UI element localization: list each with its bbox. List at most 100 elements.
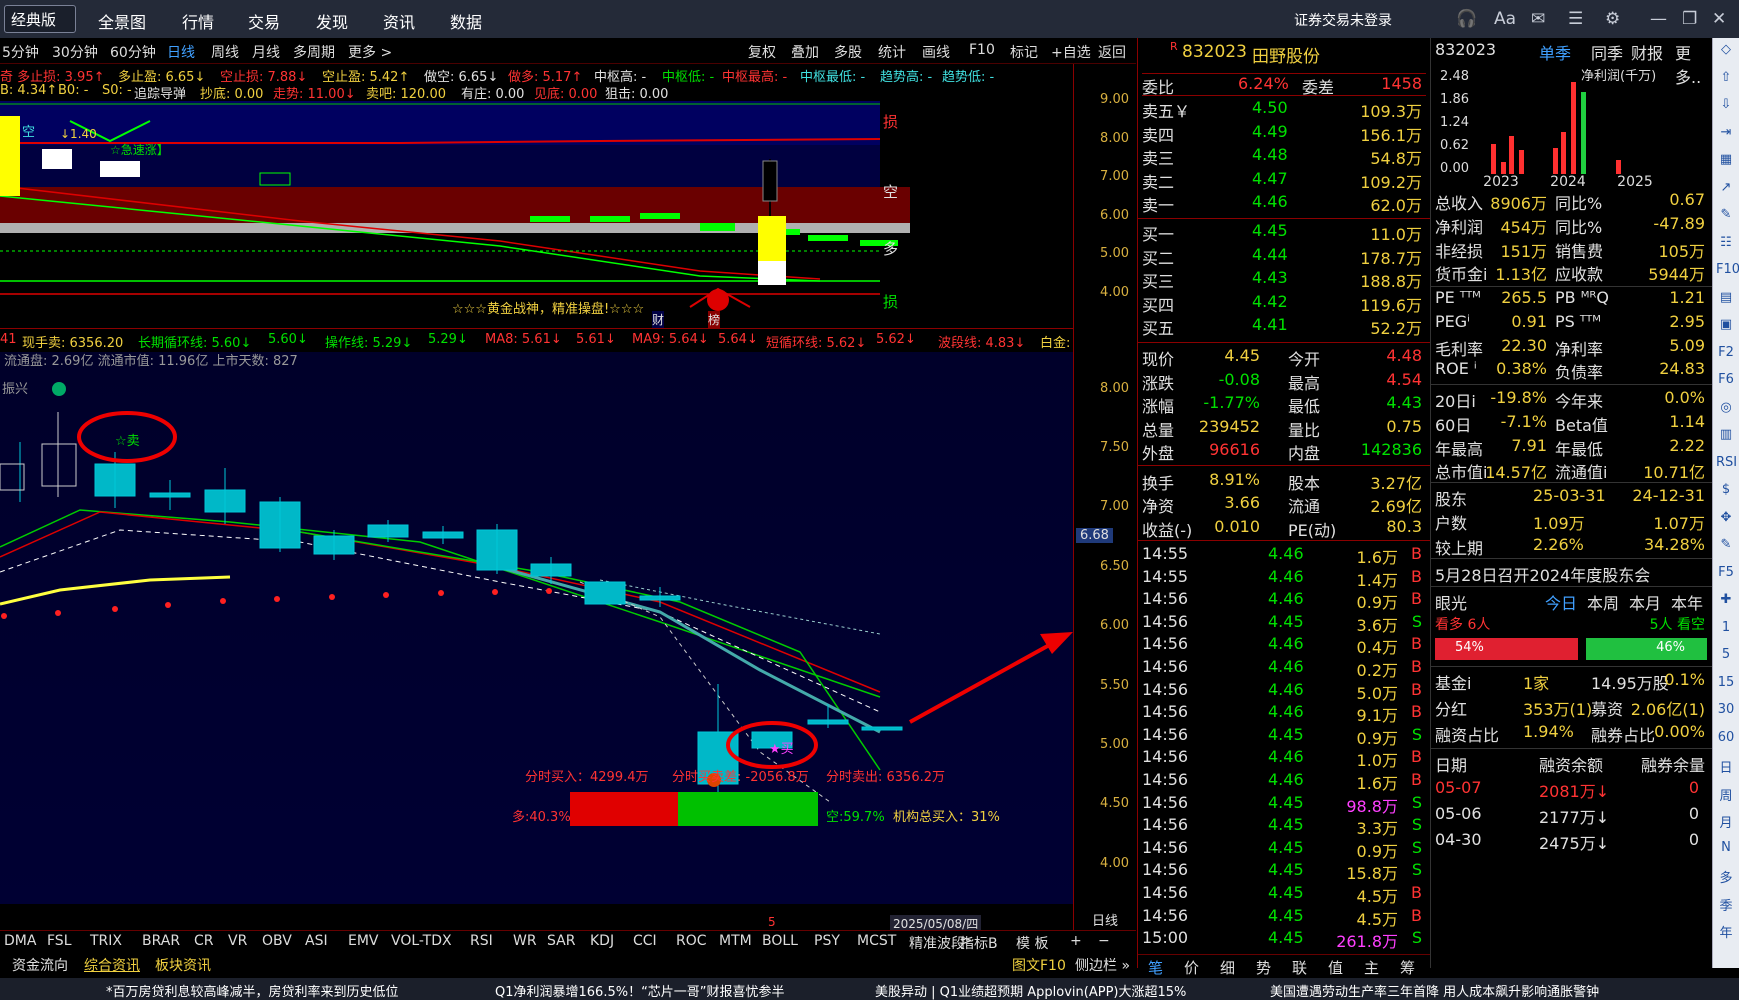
btn-add-watch[interactable]: +自选 [1051, 42, 1091, 62]
indicator-tab[interactable]: BOLL [762, 933, 798, 949]
indicator-tab[interactable]: CR [194, 933, 214, 949]
list-icon[interactable]: ☰ [1568, 9, 1583, 29]
quote-tab[interactable]: 主 [1364, 957, 1379, 978]
menu-discover[interactable]: 发现 [316, 9, 348, 33]
side-tool[interactable]: ▤ [1716, 290, 1736, 305]
side-tool[interactable]: 季 [1716, 895, 1736, 914]
quote-tab[interactable]: 联 [1292, 957, 1307, 978]
indicator-tab[interactable]: EMV [348, 933, 379, 949]
btn-back[interactable]: 返回 [1098, 42, 1126, 62]
headset-icon[interactable]: 🎧 [1456, 9, 1477, 29]
yanguang-tab[interactable]: 今日 [1545, 590, 1577, 614]
news-ticker[interactable]: *百万房贷利息较高峰减半，房贷利率来到历史低位 Q1净利润暴增166.5%！“芯… [0, 978, 1739, 1000]
indicator-tab[interactable]: WR [513, 933, 537, 949]
side-tool[interactable]: $ [1716, 482, 1736, 497]
side-tool[interactable]: RSI [1716, 455, 1737, 470]
quote-tab[interactable]: 值 [1328, 957, 1343, 978]
menu-market[interactable]: 行情 [182, 9, 214, 33]
gear-icon[interactable]: ⚙ [1605, 9, 1620, 29]
period-daily[interactable]: 日线 [167, 42, 195, 62]
side-tool[interactable]: 多 [1716, 867, 1736, 886]
indicator-tab[interactable]: VR [228, 933, 247, 949]
side-tool[interactable]: 1 [1716, 620, 1736, 635]
ask-row[interactable]: 卖四 4.49 156.1万 [1142, 122, 1426, 145]
yanguang-tab[interactable]: 本年 [1671, 590, 1703, 614]
indicator-tab[interactable]: + [1070, 933, 1082, 949]
ticker-item[interactable]: 美国遭遇劳动生产率三年首降 用人成本飙升影响通胀警钟 [1270, 981, 1599, 1000]
side-tool[interactable]: 周 [1716, 785, 1736, 804]
quote-tab[interactable]: 价 [1184, 957, 1199, 978]
ask-row[interactable]: 卖二 4.47 109.2万 [1142, 169, 1426, 192]
notice-row[interactable]: 5月28日召开2024年度股东会 [1435, 562, 1709, 586]
ask-row[interactable]: 卖五￥ 4.50 109.3万 [1142, 98, 1426, 121]
tab-caibao[interactable]: 财报 [1631, 40, 1663, 64]
menu-data[interactable]: 数据 [450, 9, 482, 33]
yanguang-tab[interactable]: 本周 [1587, 590, 1619, 614]
tab-zonghe[interactable]: 综合资讯 [84, 955, 140, 975]
indicator-tab[interactable]: VOL-TDX [391, 933, 452, 949]
side-tool[interactable]: 年 [1716, 922, 1736, 941]
period-more[interactable]: 更多 > [348, 42, 392, 62]
side-tool[interactable]: F10 [1716, 262, 1739, 277]
minimize-icon[interactable]: — [1650, 9, 1667, 29]
side-tool[interactable]: ▥ [1716, 427, 1736, 442]
mail-icon[interactable]: ✉ [1531, 9, 1545, 29]
indicator-tab[interactable]: BRAR [142, 933, 180, 949]
sidebar-toggle[interactable]: 侧边栏 » [1075, 955, 1130, 975]
login-status[interactable]: 证券交易未登录 [1294, 10, 1392, 30]
period-30min[interactable]: 30分钟 [52, 42, 98, 62]
period-60min[interactable]: 60分钟 [110, 42, 156, 62]
quote-tab[interactable]: 细 [1220, 957, 1235, 978]
side-tool[interactable]: 5 [1716, 647, 1736, 662]
side-tool[interactable]: 60 [1716, 730, 1736, 745]
period-weekly[interactable]: 周线 [211, 42, 239, 62]
side-tool[interactable]: ⇧ [1716, 70, 1736, 85]
indicator-tab[interactable]: PSY [814, 933, 840, 949]
close-icon[interactable]: ✕ [1712, 9, 1726, 29]
bid-row[interactable]: 买四 4.42 119.6万 [1142, 292, 1426, 315]
bid-row[interactable]: 买三 4.43 188.8万 [1142, 268, 1426, 291]
side-tool[interactable]: ☷ [1716, 235, 1736, 250]
side-tool[interactable]: F2 [1716, 345, 1736, 360]
ticker-item[interactable]: Q1净利润暴增166.5%！“芯片一哥”财报喜忧参半 [495, 981, 785, 1000]
yanguang-tab[interactable]: 本月 [1629, 590, 1661, 614]
side-tool[interactable]: ↗ [1716, 180, 1736, 195]
ask-row[interactable]: 卖三 4.48 54.8万 [1142, 145, 1426, 168]
btn-f10[interactable]: F10 [969, 42, 995, 58]
menu-news[interactable]: 资讯 [383, 9, 415, 33]
tab-tuwen-f10[interactable]: 图文F10 [1012, 955, 1066, 975]
side-tool[interactable]: ✚ [1716, 592, 1736, 607]
bid-row[interactable]: 买一 4.45 11.0万 [1142, 221, 1426, 244]
upper-indicator-chart[interactable]: 损 空 多 损 ☆☆☆黄金战神，精准操盘!☆☆☆ 财 榜 空 ↓1.40 ☆急速… [0, 101, 1073, 328]
indicator-tab[interactable]: − [1098, 933, 1110, 949]
font-icon[interactable]: Aa [1494, 9, 1516, 29]
side-tool[interactable]: ▦ [1716, 152, 1736, 167]
indicator-tab[interactable]: 指标B [960, 933, 998, 953]
indicator-tab[interactable]: SAR [547, 933, 575, 949]
side-tool[interactable]: ◎ [1716, 400, 1736, 415]
btn-biaoji[interactable]: 标记 [1010, 42, 1038, 62]
side-tool[interactable]: 日 [1716, 757, 1736, 776]
ask-row[interactable]: 卖一 4.46 62.0万 [1142, 192, 1426, 215]
indicator-tab[interactable]: DMA [4, 933, 36, 949]
ticker-item[interactable]: *百万房贷利息较高峰减半，房贷利率来到历史低位 [106, 981, 399, 1000]
side-tool[interactable]: 15 [1716, 675, 1736, 690]
indicator-tab[interactable]: 模 板 [1016, 933, 1048, 953]
side-tool[interactable]: N [1716, 840, 1736, 855]
btn-huaxian[interactable]: 画线 [922, 42, 950, 62]
indicator-tab[interactable]: 精准波段 [909, 933, 965, 953]
tab-tongji[interactable]: 同季 [1591, 40, 1623, 64]
tab-danji[interactable]: 单季 [1539, 40, 1571, 64]
quote-tab[interactable]: 势 [1256, 957, 1271, 978]
indicator-tab[interactable]: KDJ [590, 933, 614, 949]
period-multi[interactable]: 多周期 [293, 42, 335, 62]
edition-dropdown[interactable]: 经典版 ⌄ [4, 5, 76, 48]
period-5min[interactable]: 5分钟 [2, 42, 39, 62]
side-tool[interactable]: F6 [1716, 372, 1736, 387]
main-candlestick-chart[interactable]: 流通盘: 2.69亿 流通市值: 11.96亿 上市天数: 827 振兴 ☆卖 … [0, 214, 1073, 929]
side-tool[interactable]: ▣ [1716, 317, 1736, 332]
side-tool[interactable]: ✥ [1716, 510, 1736, 525]
quote-tab[interactable]: 筹 [1400, 957, 1415, 978]
restore-icon[interactable]: ❐ [1682, 9, 1697, 29]
side-tool[interactable]: 30 [1716, 702, 1736, 717]
